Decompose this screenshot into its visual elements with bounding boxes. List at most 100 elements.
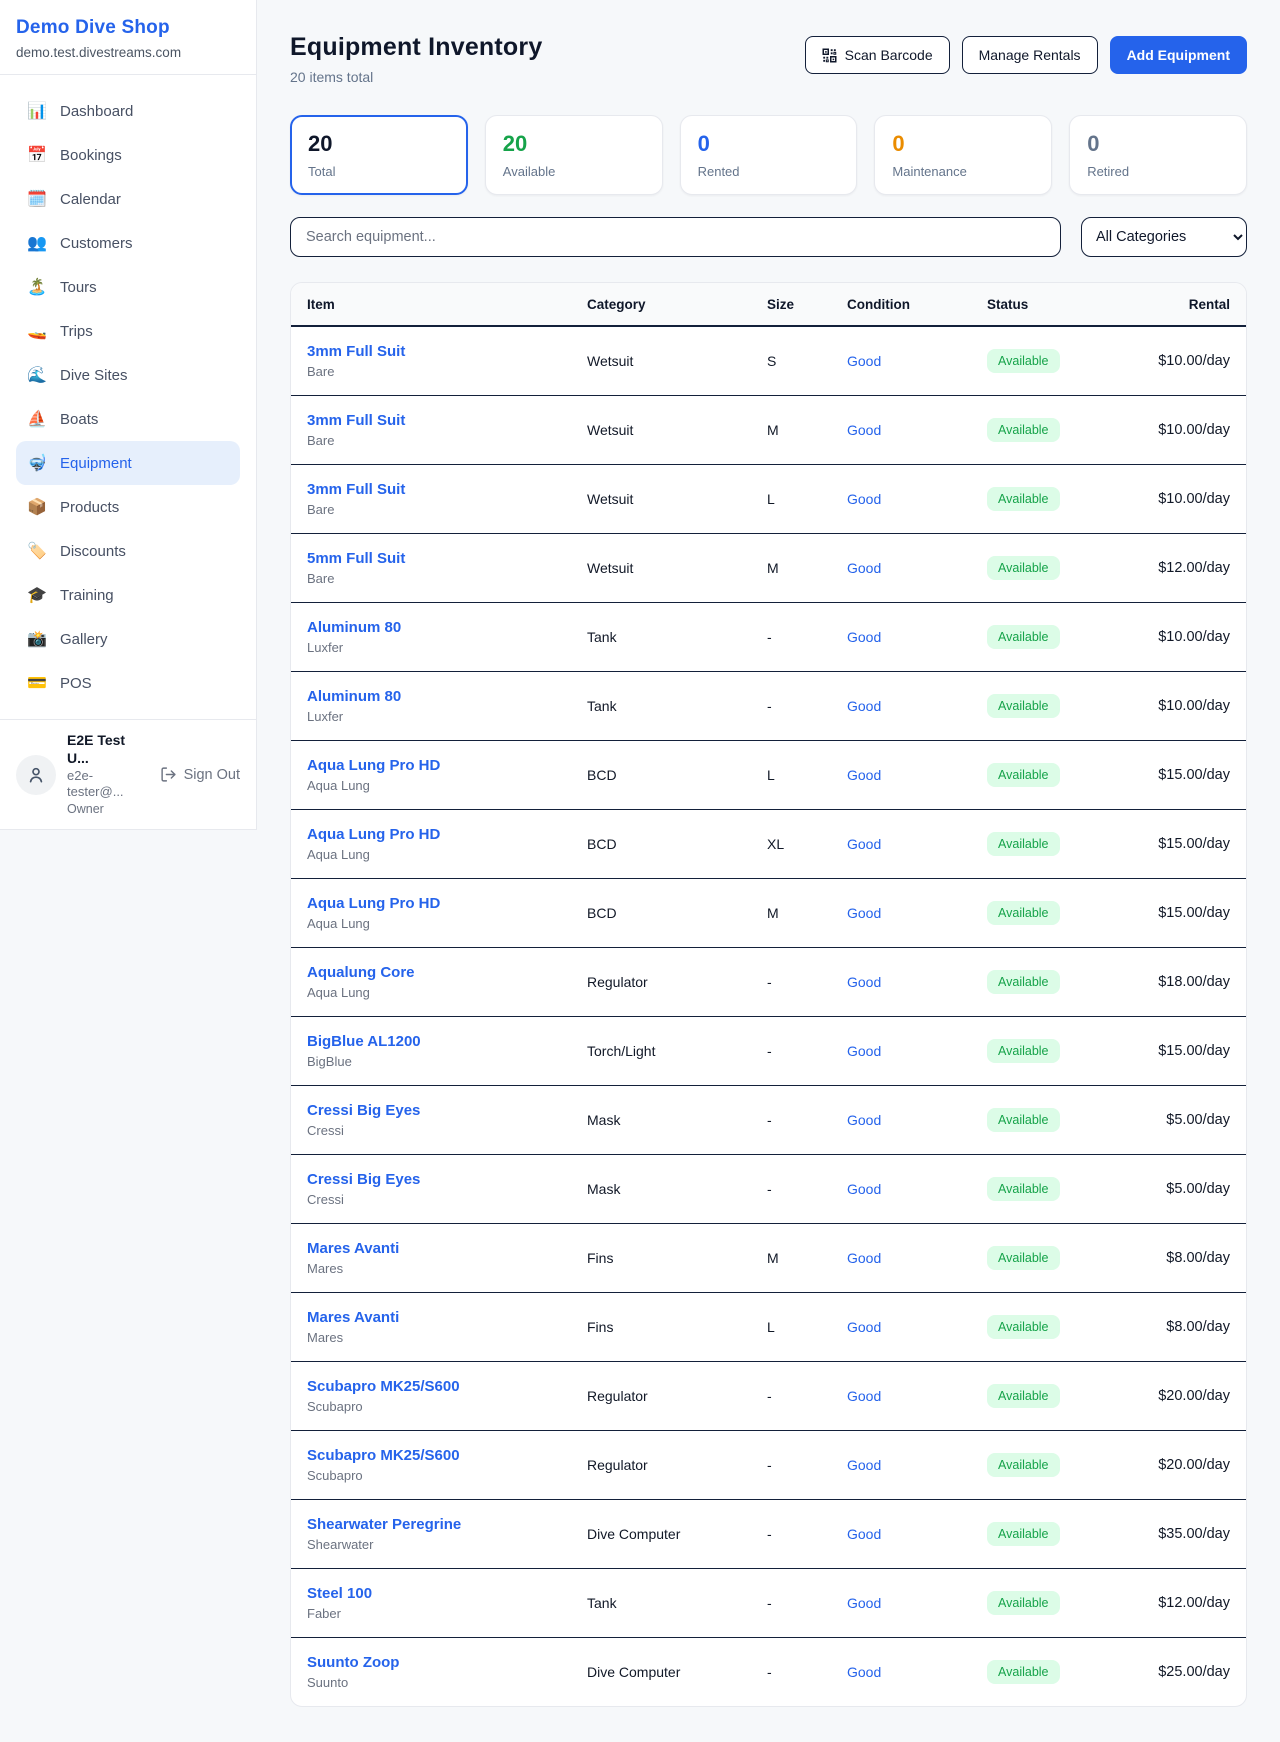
condition-link[interactable]: Good <box>847 629 881 645</box>
condition-link[interactable]: Good <box>847 1664 881 1680</box>
item-category: Regulator <box>587 947 767 1016</box>
item-name-link[interactable]: Aluminum 80 <box>307 619 587 636</box>
rental-price: $20.00/day <box>1115 1361 1246 1430</box>
sidebar-item-tours[interactable]: 🏝️ Tours <box>16 265 240 309</box>
status-badge: Available <box>987 349 1060 373</box>
status-badge: Available <box>987 832 1060 856</box>
sidebar-item-customers[interactable]: 👥 Customers <box>16 221 240 265</box>
condition-link[interactable]: Good <box>847 1319 881 1335</box>
sidebar-item-gallery[interactable]: 📸 Gallery <box>16 617 240 661</box>
condition-link[interactable]: Good <box>847 422 881 438</box>
item-size: - <box>767 1637 847 1706</box>
condition-link[interactable]: Good <box>847 491 881 507</box>
sidebar-item-pos[interactable]: 💳 POS <box>16 661 240 705</box>
sidebar-item-equipment[interactable]: 🤿 Equipment <box>16 441 240 485</box>
item-category: Wetsuit <box>587 533 767 602</box>
item-name-link[interactable]: Scubapro MK25/S600 <box>307 1378 587 1395</box>
item-name-link[interactable]: Aqua Lung Pro HD <box>307 757 587 774</box>
scan-barcode-label: Scan Barcode <box>845 47 933 63</box>
item-name-link[interactable]: Aqua Lung Pro HD <box>307 826 587 843</box>
table-row: Scubapro MK25/S600 Scubapro Regulator - … <box>291 1430 1246 1499</box>
item-name-link[interactable]: Cressi Big Eyes <box>307 1102 587 1119</box>
brand-link[interactable]: Demo Dive Shop <box>16 17 240 39</box>
condition-link[interactable]: Good <box>847 1457 881 1473</box>
stat-card-retired[interactable]: 0 Retired <box>1069 115 1247 195</box>
item-name-link[interactable]: Mares Avanti <box>307 1309 587 1326</box>
sidebar-item-label: Tours <box>60 279 97 296</box>
sidebar-item-training[interactable]: 🎓 Training <box>16 573 240 617</box>
item-category: BCD <box>587 740 767 809</box>
item-name-link[interactable]: BigBlue AL1200 <box>307 1033 587 1050</box>
item-size: M <box>767 533 847 602</box>
rental-price: $18.00/day <box>1115 947 1246 1016</box>
sidebar-item-label: Dashboard <box>60 103 133 120</box>
scan-barcode-button[interactable]: Scan Barcode <box>805 36 950 74</box>
item-name-link[interactable]: Aqua Lung Pro HD <box>307 895 587 912</box>
condition-link[interactable]: Good <box>847 1181 881 1197</box>
stat-card-available[interactable]: 20 Available <box>485 115 663 195</box>
condition-link[interactable]: Good <box>847 1526 881 1542</box>
item-name-link[interactable]: 5mm Full Suit <box>307 550 587 567</box>
item-size: - <box>767 1085 847 1154</box>
sidebar-item-discounts[interactable]: 🏷️ Discounts <box>16 529 240 573</box>
category-select[interactable]: All Categories <box>1081 217 1247 257</box>
condition-link[interactable]: Good <box>847 1595 881 1611</box>
condition-link[interactable]: Good <box>847 1388 881 1404</box>
item-category: Mask <box>587 1085 767 1154</box>
sidebar-item-bookings[interactable]: 📅 Bookings <box>16 133 240 177</box>
condition-link[interactable]: Good <box>847 560 881 576</box>
condition-link[interactable]: Good <box>847 353 881 369</box>
sidebar-item-trips[interactable]: 🚤 Trips <box>16 309 240 353</box>
item-name-link[interactable]: Aqualung Core <box>307 964 587 981</box>
manage-rentals-label: Manage Rentals <box>979 47 1081 63</box>
condition-link[interactable]: Good <box>847 1250 881 1266</box>
sidebar-item-dashboard[interactable]: 📊 Dashboard <box>16 89 240 133</box>
condition-link[interactable]: Good <box>847 905 881 921</box>
item-name-link[interactable]: 3mm Full Suit <box>307 412 587 429</box>
item-name-link[interactable]: Shearwater Peregrine <box>307 1516 587 1533</box>
calendar-icon: 📅 <box>27 145 47 165</box>
item-brand: Aqua Lung <box>307 778 587 793</box>
stat-label: Total <box>308 164 450 179</box>
item-name-link[interactable]: Suunto Zoop <box>307 1654 587 1671</box>
item-name-link[interactable]: Aluminum 80 <box>307 688 587 705</box>
add-equipment-button[interactable]: Add Equipment <box>1110 36 1247 74</box>
condition-link[interactable]: Good <box>847 1112 881 1128</box>
stat-label: Retired <box>1087 164 1229 179</box>
sidebar-item-dive-sites[interactable]: 🌊 Dive Sites <box>16 353 240 397</box>
table-row: Aqualung Core Aqua Lung Regulator - Good… <box>291 947 1246 1016</box>
item-size: M <box>767 395 847 464</box>
stat-label: Available <box>503 164 645 179</box>
condition-link[interactable]: Good <box>847 1043 881 1059</box>
condition-link[interactable]: Good <box>847 698 881 714</box>
sign-out-button[interactable]: Sign Out <box>160 766 240 783</box>
rental-price: $12.00/day <box>1115 1568 1246 1637</box>
stat-card-rented[interactable]: 0 Rented <box>680 115 858 195</box>
palm-island-icon: 🏝️ <box>27 277 47 297</box>
manage-rentals-button[interactable]: Manage Rentals <box>962 36 1098 74</box>
sidebar-item-boats[interactable]: ⛵ Boats <box>16 397 240 441</box>
item-brand: Bare <box>307 364 587 379</box>
item-brand: Mares <box>307 1261 587 1276</box>
item-name-link[interactable]: Mares Avanti <box>307 1240 587 1257</box>
rental-price: $8.00/day <box>1115 1292 1246 1361</box>
sidebar-item-calendar[interactable]: 🗓️ Calendar <box>16 177 240 221</box>
condition-link[interactable]: Good <box>847 767 881 783</box>
status-badge: Available <box>987 1522 1060 1546</box>
condition-link[interactable]: Good <box>847 974 881 990</box>
condition-link[interactable]: Good <box>847 836 881 852</box>
item-name-link[interactable]: Cressi Big Eyes <box>307 1171 587 1188</box>
sidebar-item-products[interactable]: 📦 Products <box>16 485 240 529</box>
stat-card-total[interactable]: 20 Total <box>290 115 468 195</box>
stat-card-maintenance[interactable]: 0 Maintenance <box>874 115 1052 195</box>
search-input[interactable] <box>290 217 1061 257</box>
item-name-link[interactable]: 3mm Full Suit <box>307 481 587 498</box>
status-badge: Available <box>987 487 1060 511</box>
item-size: M <box>767 878 847 947</box>
stat-value: 0 <box>698 131 840 157</box>
user-role: Owner <box>67 802 149 818</box>
item-name-link[interactable]: Steel 100 <box>307 1585 587 1602</box>
item-brand: Aqua Lung <box>307 985 587 1000</box>
item-name-link[interactable]: 3mm Full Suit <box>307 343 587 360</box>
item-name-link[interactable]: Scubapro MK25/S600 <box>307 1447 587 1464</box>
